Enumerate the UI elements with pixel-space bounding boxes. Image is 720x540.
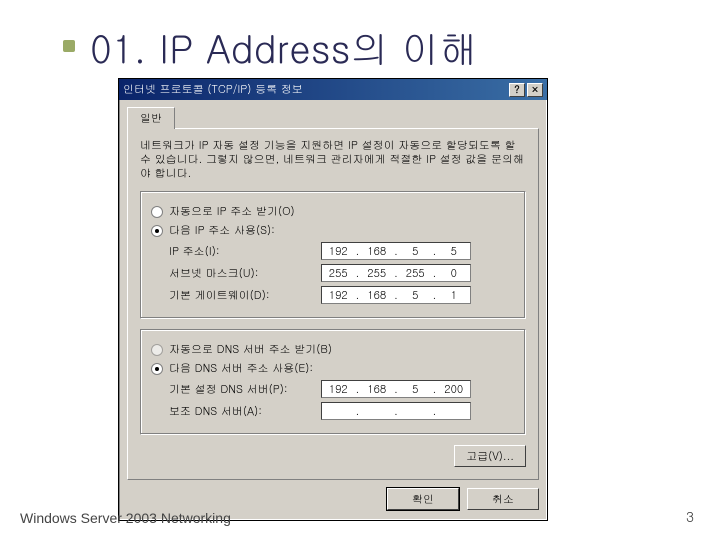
ip-octet[interactable]: 192: [324, 288, 352, 303]
radio-ip-manual-label: 다음 IP 주소 사용(S):: [169, 223, 275, 238]
tab-body: 네트워크가 IP 자동 설정 기능을 지원하면 IP 설정이 자동으로 할당되도…: [127, 128, 539, 480]
radio-dns-manual-label: 다음 DNS 서버 주소 사용(E):: [169, 361, 313, 376]
slide-title: 01. IP Address의 이해: [90, 20, 477, 74]
dialog-titlebar: 인터넷 프로토콜 (TCP/IP) 등록 정보 ? ×: [119, 79, 547, 100]
gateway-label: 기본 게이트웨이(D):: [151, 288, 321, 303]
radio-dns-auto: [151, 344, 163, 356]
ip-address-input[interactable]: 192. 168. 5. 5: [321, 242, 471, 260]
ok-button[interactable]: 확인: [387, 488, 459, 510]
ip-octet[interactable]: 255: [324, 266, 352, 281]
close-icon[interactable]: ×: [527, 83, 543, 97]
preferred-dns-label: 기본 설정 DNS 서버(P):: [151, 382, 321, 397]
ip-octet[interactable]: 1: [440, 288, 468, 303]
tab-strip: 일반: [119, 100, 547, 128]
tab-general[interactable]: 일반: [127, 107, 175, 129]
ip-octet[interactable]: 255: [401, 266, 429, 281]
cancel-button[interactable]: 취소: [467, 488, 539, 510]
ip-address-label: IP 주소(I):: [151, 244, 321, 259]
dialog-title: 인터넷 프로토콜 (TCP/IP) 등록 정보: [123, 82, 303, 97]
ip-octet[interactable]: 168: [363, 288, 391, 303]
ip-octet[interactable]: 5: [401, 288, 429, 303]
ip-octet[interactable]: 200: [440, 382, 468, 397]
alternate-dns-label: 보조 DNS 서버(A):: [151, 404, 321, 419]
ip-octet[interactable]: 0: [440, 266, 468, 281]
ip-octet[interactable]: 192: [324, 382, 352, 397]
gateway-input[interactable]: 192. 168. 5. 1: [321, 286, 471, 304]
ip-settings-group: 자동으로 IP 주소 받기(O) 다음 IP 주소 사용(S): IP 주소(I…: [140, 191, 526, 319]
subnet-mask-label: 서브넷 마스크(U):: [151, 266, 321, 281]
ip-octet[interactable]: 168: [363, 382, 391, 397]
ip-octet[interactable]: 255: [363, 266, 391, 281]
ip-octet[interactable]: 5: [401, 244, 429, 259]
advanced-button[interactable]: 고급(V)...: [454, 445, 526, 467]
tcpip-properties-dialog: 인터넷 프로토콜 (TCP/IP) 등록 정보 ? × 일반 네트워크가 IP …: [118, 78, 548, 521]
ip-octet[interactable]: 168: [363, 244, 391, 259]
subnet-mask-input[interactable]: 255. 255. 255. 0: [321, 264, 471, 282]
help-icon[interactable]: ?: [509, 83, 525, 97]
radio-ip-auto[interactable]: [151, 206, 163, 218]
radio-ip-manual[interactable]: [151, 225, 163, 237]
title-bullet: [63, 40, 75, 52]
radio-ip-auto-label: 자동으로 IP 주소 받기(O): [169, 204, 295, 219]
radio-dns-auto-label: 자동으로 DNS 서버 주소 받기(B): [169, 342, 332, 357]
ip-octet[interactable]: 192: [324, 244, 352, 259]
page-number: 3: [686, 506, 694, 526]
dialog-description: 네트워크가 IP 자동 설정 기능을 지원하면 IP 설정이 자동으로 할당되도…: [140, 139, 526, 181]
footer-text: Windows Server 2003 Networking: [20, 510, 231, 526]
ip-octet[interactable]: 5: [440, 244, 468, 259]
alternate-dns-input[interactable]: . . .: [321, 402, 471, 420]
preferred-dns-input[interactable]: 192. 168. 5. 200: [321, 380, 471, 398]
radio-dns-manual[interactable]: [151, 363, 163, 375]
ip-octet[interactable]: 5: [401, 382, 429, 397]
dns-settings-group: 자동으로 DNS 서버 주소 받기(B) 다음 DNS 서버 주소 사용(E):…: [140, 329, 526, 435]
